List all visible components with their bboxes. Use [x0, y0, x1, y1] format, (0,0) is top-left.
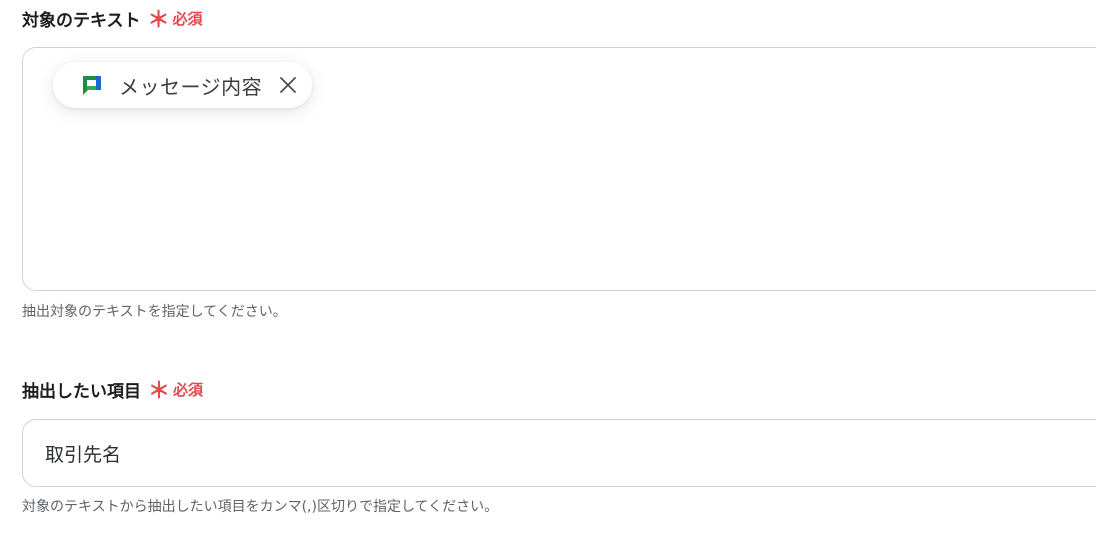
- extract-items-help: 対象のテキストから抽出したい項目をカンマ(,)区切りで指定してください。: [22, 499, 499, 515]
- close-icon[interactable]: [276, 73, 300, 97]
- form-panel: 対象のテキスト ＊ 必須 メッセージ内容 抽出対象のテキストを指定してください。…: [0, 0, 1096, 537]
- google-chat-icon: [81, 74, 103, 96]
- required-badge: 必須: [172, 10, 203, 28]
- required-asterisk: ＊: [148, 378, 171, 404]
- required-asterisk: ＊: [147, 7, 170, 33]
- extract-items-label-row: 抽出したい項目 ＊ 必須: [22, 377, 203, 402]
- target-text-area[interactable]: メッセージ内容: [22, 47, 1096, 291]
- target-text-help: 抽出対象のテキストを指定してください。: [22, 304, 287, 320]
- extract-items-input[interactable]: 取引先名: [22, 419, 1096, 487]
- target-text-label-row: 対象のテキスト ＊ 必須: [22, 6, 203, 31]
- extract-items-value: 取引先名: [45, 443, 122, 466]
- chip-label: メッセージ内容: [119, 74, 263, 99]
- variable-chip[interactable]: メッセージ内容: [53, 62, 313, 108]
- extract-items-label: 抽出したい項目: [22, 382, 141, 402]
- required-badge: 必須: [173, 381, 204, 399]
- target-text-label: 対象のテキスト: [22, 11, 141, 31]
